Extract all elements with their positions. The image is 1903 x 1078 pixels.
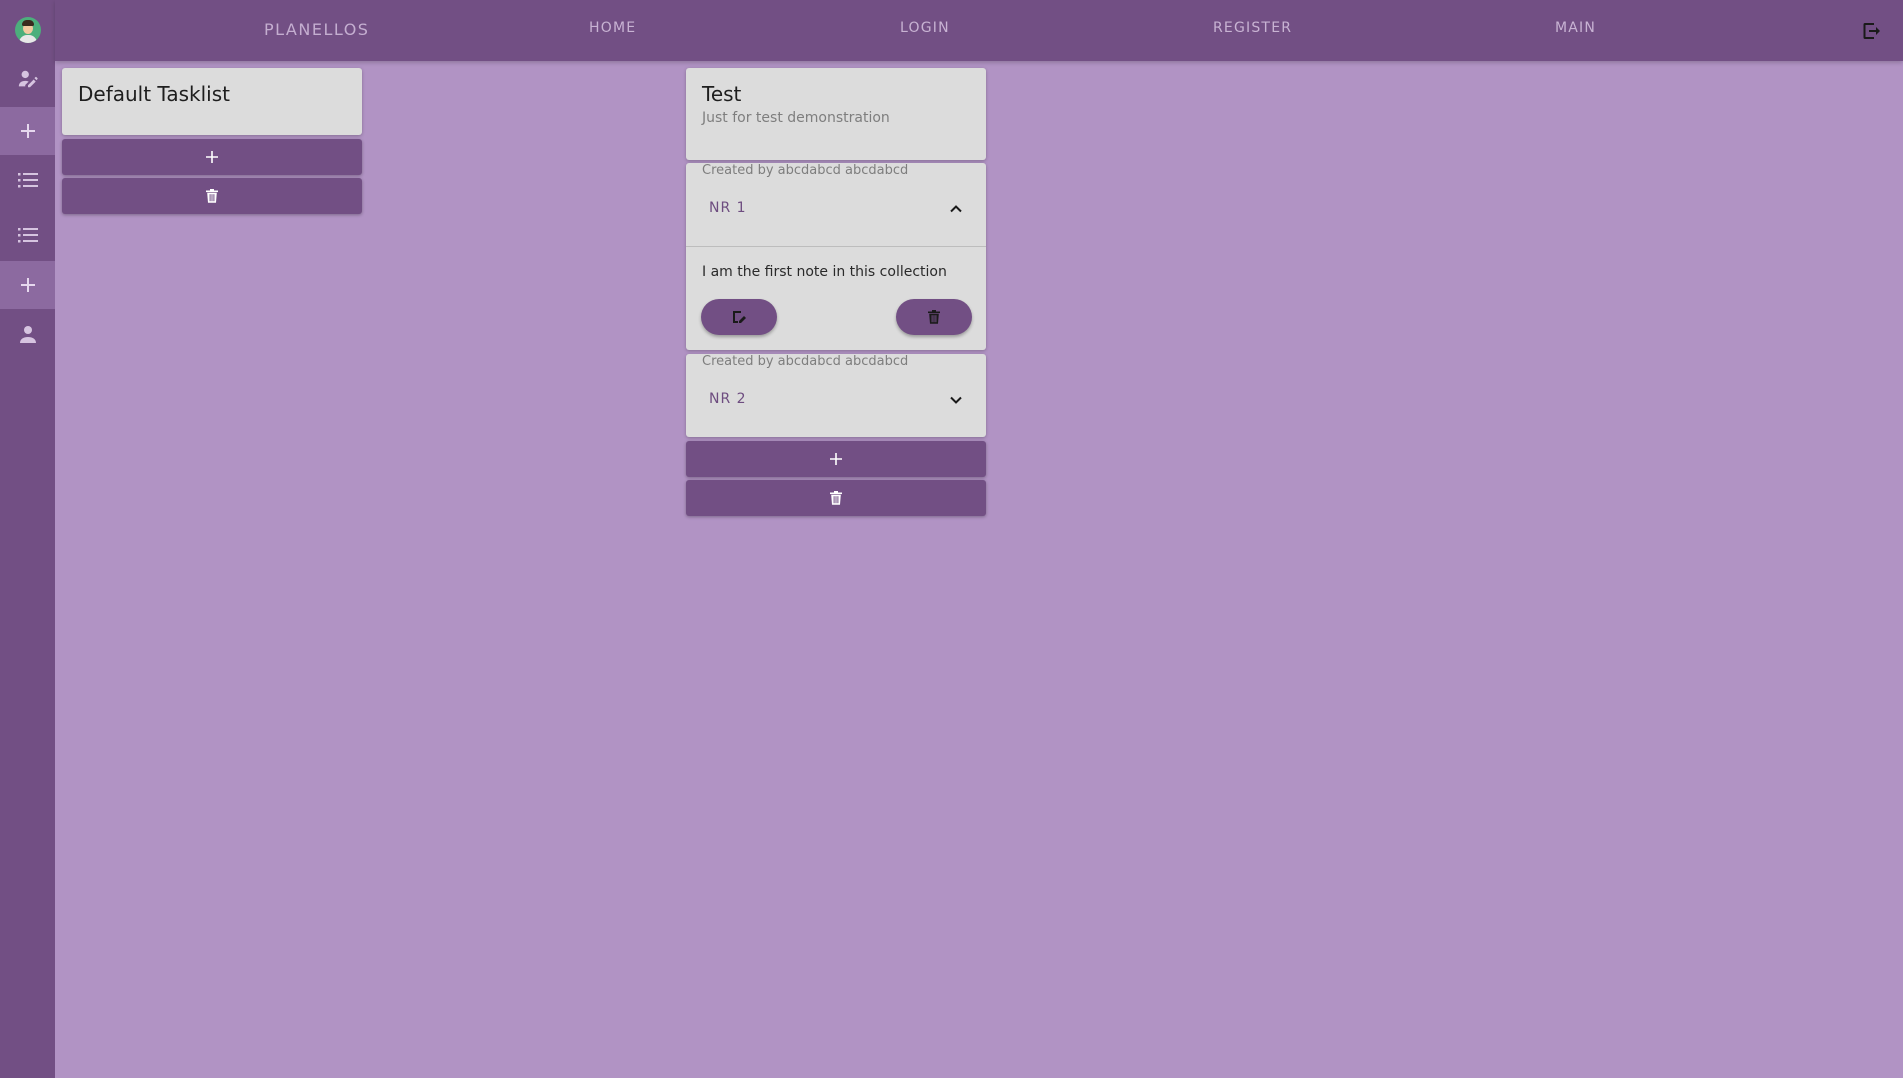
sidebar [0,0,55,1078]
note-title: NR 2 [709,391,747,407]
sidebar-item-list-2[interactable] [0,211,55,259]
sidebar-item-add[interactable] [0,107,55,155]
note-header[interactable]: NR 2 [686,376,986,426]
sidebar-item-list[interactable] [0,156,55,204]
brand-link[interactable]: PLANELLOS [264,20,369,39]
note-panel: Created by abcdabcd abcdabcd NR 1 I am t… [686,163,986,350]
add-note-button[interactable] [62,139,362,175]
note-panel: Created by abcdabcd abcdabcd NR 2 [686,354,986,437]
chevron-up-icon [950,205,962,213]
divider [686,246,986,247]
tasklist-card: Default Tasklist [62,68,362,135]
tasklist-subtitle: Just for test demonstration [702,110,890,126]
list-icon [17,173,38,188]
add-icon [20,124,35,138]
add-note-button[interactable] [686,441,986,477]
logout-icon[interactable] [1860,19,1884,43]
note-created-by: Created by abcdabcd abcdabcd [702,163,909,178]
trash-icon [928,310,940,324]
list-icon [17,228,38,243]
plus-icon [830,453,842,465]
edit-note-button[interactable] [701,299,777,335]
sidebar-item-profile[interactable] [0,310,55,358]
nav-login[interactable]: LOGIN [900,20,950,36]
delete-note-button[interactable] [896,299,972,335]
note-title: NR 1 [709,200,747,216]
tasklist-title: Test [702,82,742,106]
trash-icon [830,491,842,505]
sidebar-item-add-2[interactable] [0,261,55,309]
avatar [14,17,41,43]
sidebar-item-edit-user[interactable] [0,55,55,103]
nav-register[interactable]: REGISTER [1213,20,1292,36]
top-app-bar: PLANELLOS HOME LOGIN REGISTER MAIN [55,0,1903,61]
delete-tasklist-button[interactable] [686,480,986,516]
person-icon [19,326,36,343]
edit-user-icon [18,70,38,88]
note-header[interactable]: NR 1 [686,185,986,235]
sidebar-item-avatar[interactable] [0,6,55,54]
trash-icon [206,189,218,203]
tasklist-card: Test Just for test demonstration [686,68,986,160]
add-icon [20,278,35,292]
tasklist-title: Default Tasklist [78,82,230,106]
note-created-by: Created by abcdabcd abcdabcd [702,354,909,369]
nav-main[interactable]: MAIN [1555,20,1596,36]
edit-note-icon [733,311,746,323]
delete-tasklist-button[interactable] [62,178,362,214]
note-body: I am the first note in this collection [702,264,947,280]
chevron-down-icon [950,396,962,404]
nav-home[interactable]: HOME [589,20,636,36]
plus-icon [206,151,218,163]
